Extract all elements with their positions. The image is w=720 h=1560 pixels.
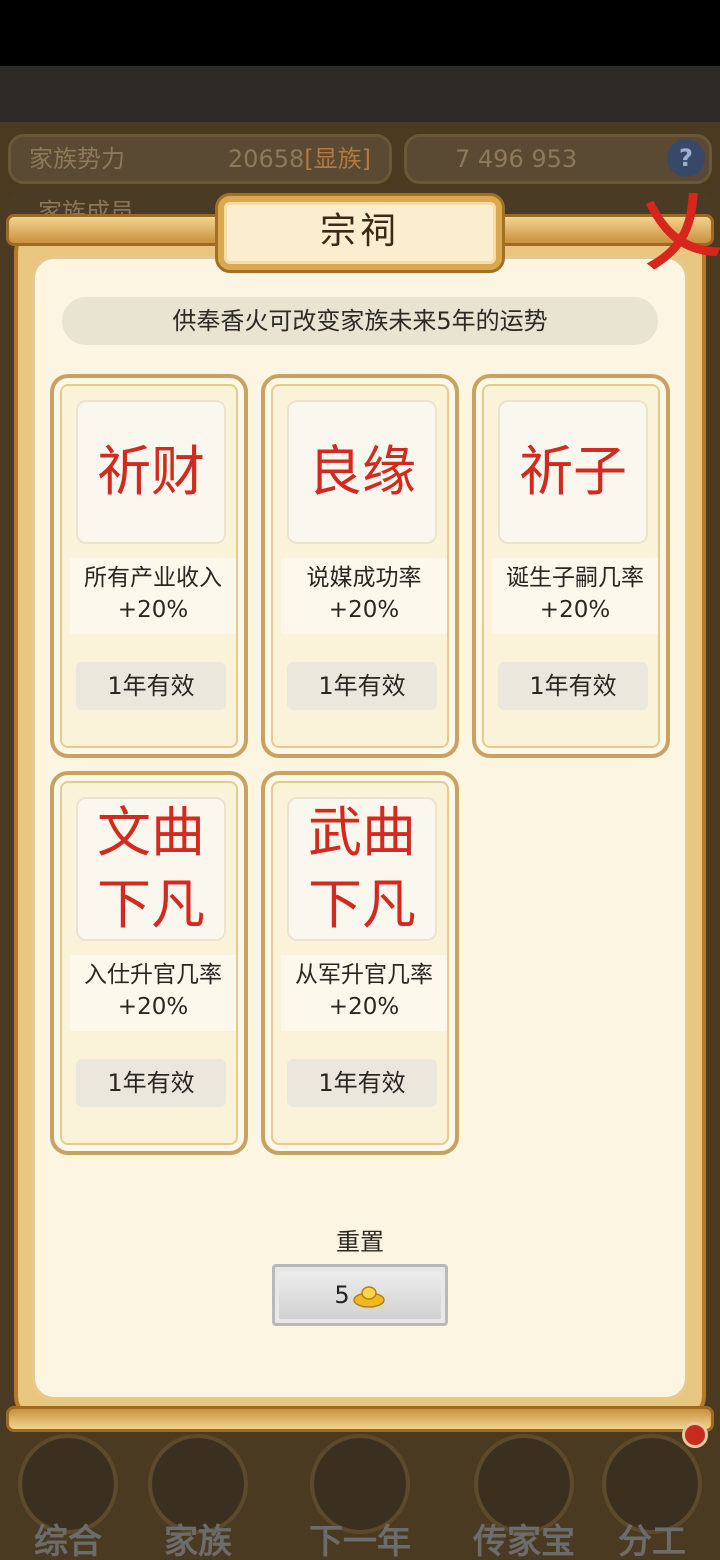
card-title: 祈财 [76,400,226,544]
currency-values: 7 496 953 [455,145,578,173]
bottom-nav: 综合 家族 下一年 传家宝 分工 [0,1422,720,1560]
dialog-title: 宗祠 [218,196,502,270]
family-power-value: 20658[显族] [227,145,371,173]
nav-next-year[interactable]: 下一年 [300,1422,420,1560]
family-power-label: 家族势力 [29,145,125,173]
blessing-card-children[interactable]: 祈子 诞生子嗣几率+20% 1年有效 [472,374,670,758]
family-rank: [显族] [304,145,371,173]
card-description: 诞生子嗣几率+20% [492,558,658,634]
nav-label: 传家宝 [473,1522,575,1560]
card-duration-button[interactable]: 1年有效 [287,1059,437,1107]
card-duration-button[interactable]: 1年有效 [76,1059,226,1107]
status-bar [0,0,720,66]
nav-overview[interactable]: 综合 [8,1422,128,1560]
gold-ingot-icon [352,1286,385,1308]
currency-bar: 7 496 953 ? [404,134,712,184]
blessing-card-marriage[interactable]: 良缘 说媒成功率+20% 1年有效 [261,374,459,758]
top-strip [0,66,720,122]
card-description: 说媒成功率+20% [281,558,447,634]
reset-button[interactable]: 5 [272,1264,448,1326]
card-duration-button[interactable]: 1年有效 [76,662,226,710]
card-description: 入仕升官几率+20% [70,955,236,1031]
help-button[interactable]: ? [667,139,705,177]
blessing-card-wealth[interactable]: 祈财 所有产业收入+20% 1年有效 [50,374,248,758]
close-button[interactable]: 乂 [631,178,720,281]
reset-label: 重置 [336,1228,384,1256]
card-title: 文曲下凡 [76,797,226,941]
blessing-card-military-star[interactable]: 武曲下凡 从军升官几率+20% 1年有效 [261,771,459,1155]
card-duration-button[interactable]: 1年有效 [287,662,437,710]
nav-heirloom[interactable]: 传家宝 [464,1422,584,1560]
card-title: 良缘 [287,400,437,544]
blessing-card-civil-star[interactable]: 文曲下凡 入仕升官几率+20% 1年有效 [50,771,248,1155]
notification-dot [682,1422,708,1448]
card-title: 武曲下凡 [287,797,437,941]
card-description: 所有产业收入+20% [70,558,236,634]
card-title: 祈子 [498,400,648,544]
nav-label: 家族 [164,1522,232,1560]
reset-cost: 5 [334,1281,350,1309]
card-duration-button[interactable]: 1年有效 [498,662,648,710]
nav-family[interactable]: 家族 [138,1422,258,1560]
family-power-bar: 家族势力 20658[显族] [8,134,392,184]
card-description: 从军升官几率+20% [281,955,447,1031]
dialog-subtitle: 供奉香火可改变家族未来5年的运势 [62,297,658,345]
nav-label: 下一年 [309,1522,411,1560]
nav-label: 分工 [618,1522,686,1560]
nav-label: 综合 [34,1522,102,1560]
